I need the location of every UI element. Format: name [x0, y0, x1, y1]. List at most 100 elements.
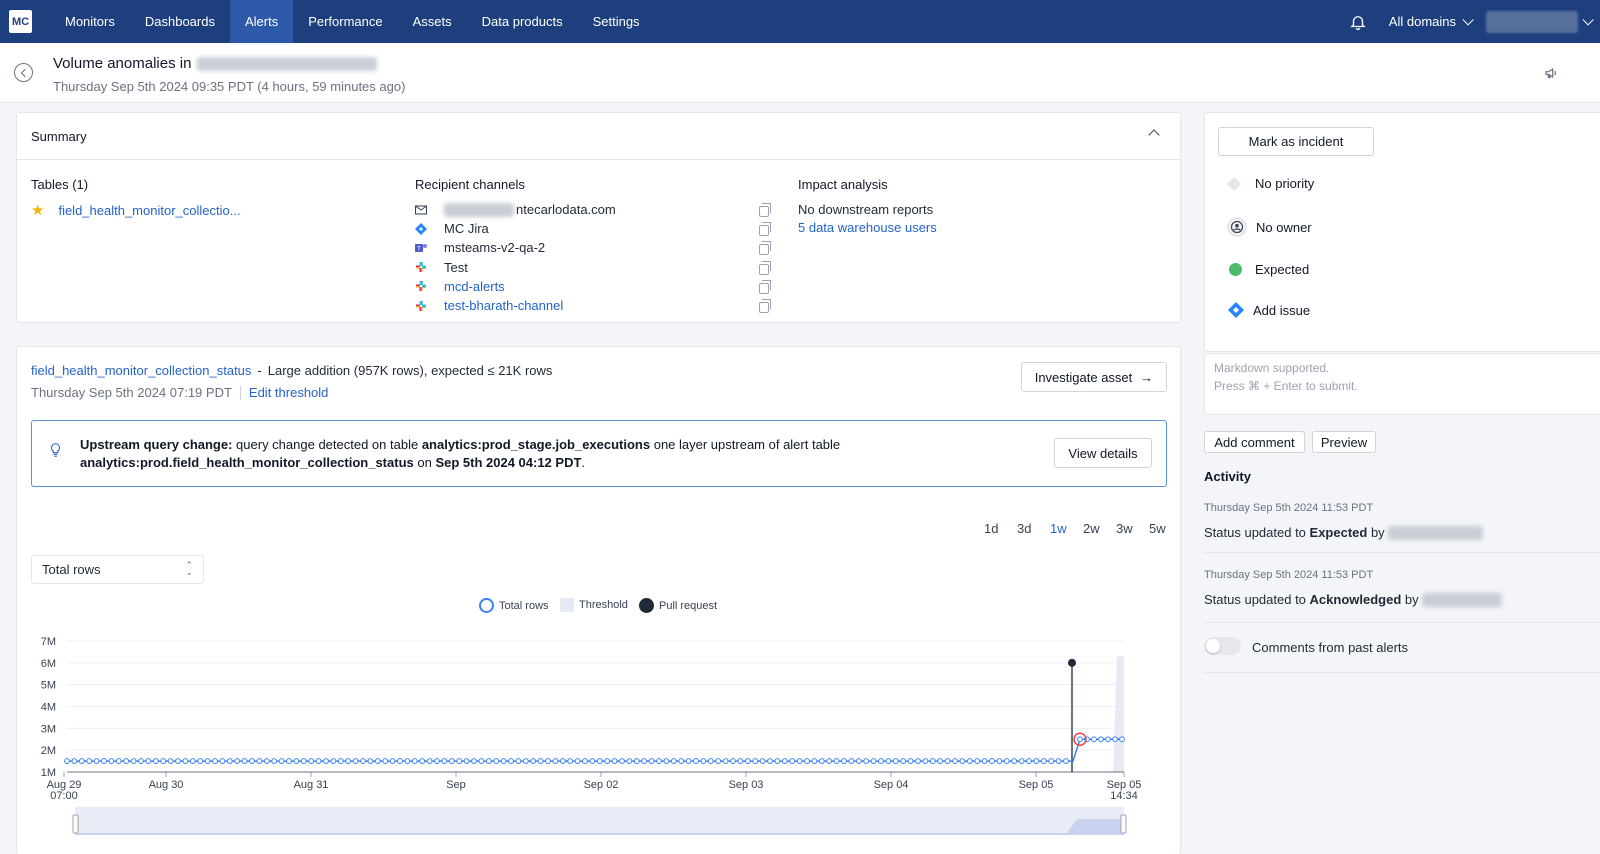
- copy-icon[interactable]: [759, 299, 771, 313]
- range-1w[interactable]: 1w: [1050, 521, 1067, 536]
- star-icon[interactable]: ★: [31, 201, 44, 219]
- total-rows-point: [219, 758, 226, 764]
- total-rows-point: [500, 758, 507, 764]
- jira-icon: [415, 222, 427, 235]
- copy-icon[interactable]: [759, 222, 771, 237]
- nav-alerts[interactable]: Alerts: [229, 0, 294, 43]
- bell-icon[interactable]: [1349, 13, 1367, 31]
- recipient-label[interactable]: mcd-alerts: [444, 279, 505, 294]
- legend-circle-icon: [479, 598, 494, 613]
- owner-selector[interactable]: No owner: [1227, 217, 1312, 237]
- nav-dashboards[interactable]: Dashboards: [130, 0, 230, 43]
- upstream-text1: query change detected on table: [232, 437, 422, 452]
- copy-icon[interactable]: [759, 260, 771, 275]
- copy-icon[interactable]: [759, 279, 771, 294]
- total-rows-point: [123, 758, 130, 764]
- range-5w[interactable]: 5w: [1149, 521, 1166, 536]
- activity-divider: [1204, 622, 1600, 623]
- nav-monitors[interactable]: Monitors: [50, 0, 130, 43]
- nav-assets[interactable]: Assets: [398, 0, 467, 43]
- nav-settings[interactable]: Settings: [578, 0, 655, 43]
- threshold-band: [1113, 656, 1124, 772]
- view-details-button[interactable]: View details: [1054, 438, 1152, 468]
- upstream-line2: analytics:prod.field_health_monitor_coll…: [80, 454, 840, 472]
- past-alerts-toggle[interactable]: [1204, 637, 1241, 655]
- user-menu[interactable]: [1486, 10, 1578, 33]
- total-rows-point: [204, 758, 211, 764]
- total-rows-point: [360, 758, 366, 764]
- total-rows-point: [907, 758, 914, 764]
- copy-icon[interactable]: [759, 241, 771, 256]
- slack-icon: [415, 300, 427, 312]
- summary-header[interactable]: Summary: [17, 113, 1180, 160]
- x-tick-label: Sep 04: [874, 779, 909, 791]
- zoom-brush[interactable]: [75, 807, 1124, 835]
- zoom-handle-right[interactable]: [1120, 814, 1127, 834]
- total-rows-point: [256, 758, 263, 764]
- total-rows-point: [337, 758, 344, 764]
- zoom-handle-left[interactable]: [72, 814, 79, 834]
- owner-label: No owner: [1256, 219, 1312, 235]
- total-rows-point: [567, 758, 574, 764]
- priority-selector[interactable]: No priority: [1226, 176, 1314, 191]
- total-rows-point: [885, 758, 892, 764]
- back-arrow-icon[interactable]: [14, 63, 33, 82]
- upstream-change-banner: Upstream query change: query change dete…: [31, 420, 1167, 487]
- range-2w[interactable]: 2w: [1083, 521, 1100, 536]
- upstream-lead: Upstream query change:: [80, 437, 233, 452]
- mark-incident-button[interactable]: Mark as incident: [1218, 127, 1374, 156]
- add-comment-button[interactable]: Add comment: [1204, 431, 1305, 453]
- pull-request-point[interactable]: [1068, 658, 1076, 667]
- add-issue-label: Add issue: [1253, 302, 1311, 318]
- total-rows-point: [93, 758, 100, 764]
- megaphone-icon[interactable]: [1544, 65, 1560, 81]
- legend-pull-request[interactable]: Pull request: [639, 598, 717, 613]
- total-rows-point: [1098, 736, 1104, 743]
- nav-data-products[interactable]: Data products: [467, 0, 578, 43]
- edit-threshold-link[interactable]: Edit threshold: [249, 385, 329, 400]
- nav-performance[interactable]: Performance: [293, 0, 397, 43]
- y-tick-label: 1M: [41, 767, 56, 779]
- upstream-text3: on: [413, 455, 436, 470]
- mc-logo[interactable]: MC: [9, 10, 32, 33]
- range-1d[interactable]: 1d: [984, 521, 998, 536]
- total-rows-point: [781, 758, 788, 764]
- domain-selector[interactable]: All domains: [1389, 13, 1474, 29]
- range-3w[interactable]: 3w: [1116, 521, 1133, 536]
- metric-select[interactable]: Total rows ⌃ ⌄: [31, 555, 204, 584]
- comment-textarea[interactable]: Markdown supported. Press ⌘ + Enter to s…: [1204, 353, 1600, 415]
- anomaly-point[interactable]: [1077, 736, 1083, 743]
- recipient-channel: mcd-alerts: [415, 277, 505, 296]
- add-issue-button[interactable]: Add issue: [1227, 301, 1310, 319]
- activity-2-prefix: Status updated to: [1204, 592, 1310, 607]
- status-selector[interactable]: Expected: [1229, 262, 1309, 277]
- copy-icon[interactable]: [759, 203, 771, 217]
- range-3d[interactable]: 3d: [1017, 521, 1031, 536]
- total-rows-point: [715, 758, 722, 764]
- investigate-asset-button[interactable]: Investigate asset →: [1021, 362, 1167, 392]
- legend-total-rows[interactable]: Total rows: [479, 598, 549, 613]
- recipient-label[interactable]: test-bharath-channel: [444, 298, 563, 313]
- table-link[interactable]: field_health_monitor_collectio...: [58, 203, 240, 218]
- total-rows-point: [530, 758, 537, 764]
- total-rows-point: [323, 758, 329, 764]
- activity-1-text: Status updated to Expected by: [1204, 525, 1484, 540]
- total-rows-point: [1119, 736, 1125, 743]
- user-chevron-down-icon[interactable]: [1582, 13, 1594, 26]
- legend-threshold[interactable]: Threshold: [560, 598, 628, 612]
- table-entry: ★ field_health_monitor_collectio...: [31, 201, 241, 219]
- slack-icon: [415, 280, 427, 292]
- total-rows-point: [878, 758, 884, 764]
- total-rows-point: [300, 758, 307, 764]
- alert-table-link[interactable]: field_health_monitor_collection_status: [31, 363, 251, 378]
- total-rows-point: [1011, 758, 1018, 764]
- total-rows-point: [670, 758, 677, 764]
- impact-users-link[interactable]: 5 data warehouse users: [798, 220, 937, 235]
- total-rows-point: [1105, 736, 1111, 743]
- total-rows-point: [892, 758, 899, 764]
- total-rows-point: [293, 758, 300, 764]
- total-rows-point: [71, 758, 78, 764]
- total-rows-point: [552, 758, 559, 764]
- preview-button[interactable]: Preview: [1312, 431, 1376, 453]
- total-rows-point: [804, 758, 810, 764]
